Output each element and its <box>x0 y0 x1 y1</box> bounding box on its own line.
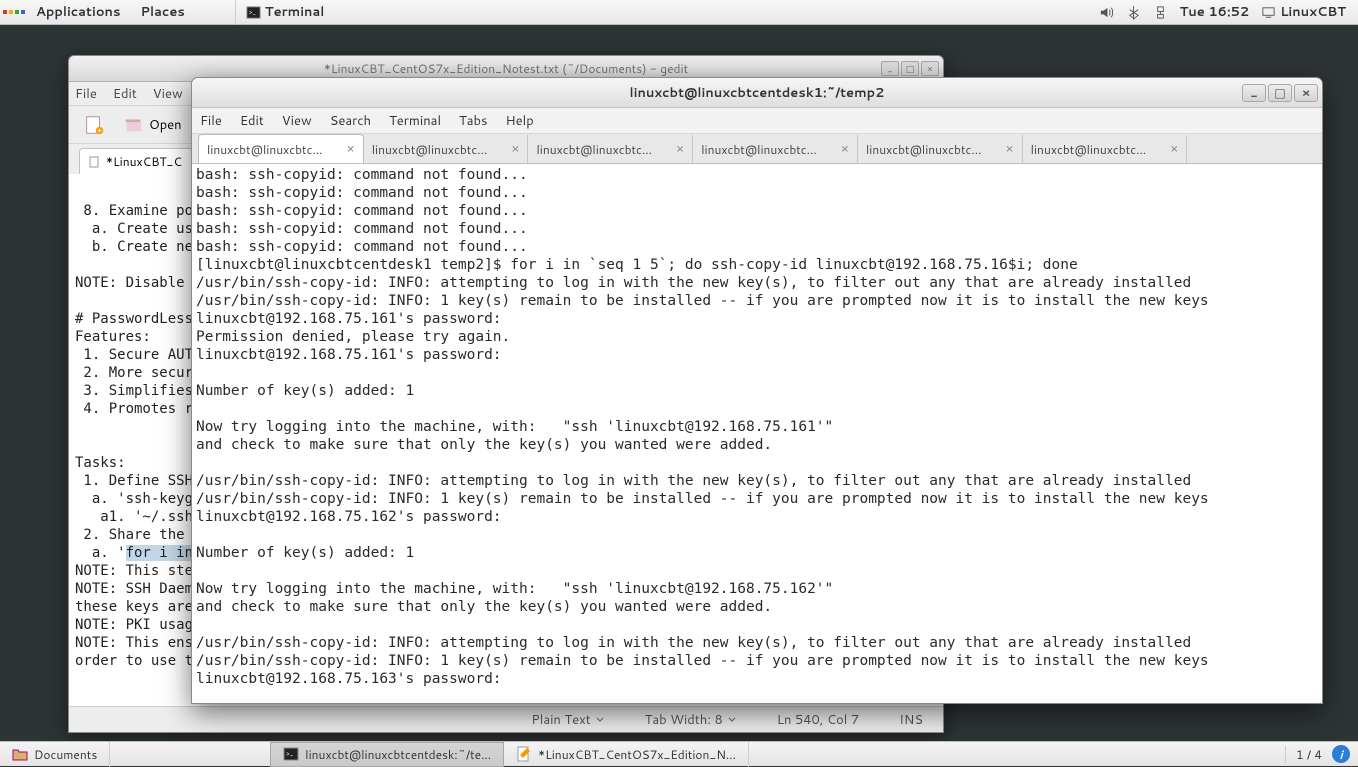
workspace-indicator[interactable]: 1 / 4 <box>1285 746 1322 763</box>
task-gedit[interactable]: *LinuxCBT_CentOS7x_Edition_N... <box>504 742 749 767</box>
terminal-tab-4[interactable]: linuxcbt@linuxcbtc... × <box>858 135 1023 163</box>
terminal-window: linuxcbt@linuxcbtcentdesk1:~/temp2 _ □ ×… <box>191 77 1323 704</box>
task-terminal[interactable]: >_ linuxcbt@linuxcbtcentdesk:~/te... <box>270 742 504 767</box>
close-button[interactable]: × <box>921 61 939 76</box>
terminal-tab-1[interactable]: linuxcbt@linuxcbtc... × <box>364 135 529 163</box>
terminal-icon: >_ <box>283 746 299 762</box>
open-icon <box>123 114 145 136</box>
close-tab-icon[interactable]: × <box>511 140 519 158</box>
maximize-button[interactable]: □ <box>1268 84 1292 102</box>
terminal-menu-view[interactable]: View <box>282 112 312 130</box>
terminal-tab-label: linuxcbt@linuxcbtc... <box>536 141 651 158</box>
folder-icon <box>12 746 28 762</box>
new-file-button[interactable] <box>77 111 111 139</box>
terminal-menu-help[interactable]: Help <box>505 112 533 130</box>
close-tab-icon[interactable]: × <box>346 140 354 158</box>
user-menu[interactable]: LinuxCBT <box>1261 3 1346 21</box>
terminal-tab-label: linuxcbt@linuxcbtc... <box>866 141 981 158</box>
terminal-icon: >_ <box>246 5 261 20</box>
gnome-foot-icon <box>6 4 22 20</box>
close-button[interactable]: × <box>1294 84 1318 102</box>
terminal-menu-tabs[interactable]: Tabs <box>459 112 487 130</box>
chevron-down-icon <box>595 715 605 725</box>
bottom-panel: Documents >_ linuxcbt@linuxcbtcentdesk:~… <box>0 741 1358 766</box>
text-editor-icon <box>516 746 532 762</box>
gedit-title: *LinuxCBT_CentOS7x_Edition_Notest.txt (~… <box>324 60 688 77</box>
gedit-menu-file[interactable]: File <box>75 85 97 103</box>
gedit-menu-view[interactable]: View <box>153 85 183 103</box>
terminal-menu-terminal[interactable]: Terminal <box>389 112 441 130</box>
network-icon[interactable] <box>1153 5 1168 20</box>
minimize-button[interactable]: _ <box>881 61 899 76</box>
terminal-tab-label: linuxcbt@linuxcbtc... <box>372 141 487 158</box>
terminal-tab-2[interactable]: linuxcbt@linuxcbtc... × <box>528 135 693 163</box>
gedit-statusbar: Plain Text Tab Width: 8 Ln 540, Col 7 IN… <box>69 706 943 732</box>
active-app-indicator[interactable]: >_ Terminal <box>235 0 335 25</box>
svg-text:>_: >_ <box>249 8 256 17</box>
terminal-tabs: linuxcbt@linuxcbtc...×linuxcbt@linuxcbtc… <box>192 134 1322 164</box>
line-col-indicator: Ln 540, Col 7 <box>777 711 859 729</box>
insert-mode-indicator: INS <box>899 711 923 729</box>
terminal-menu-search[interactable]: Search <box>330 112 371 130</box>
terminal-tab-label: linuxcbt@linuxcbtc... <box>701 141 816 158</box>
close-tab-icon[interactable]: × <box>676 140 684 158</box>
language-selector[interactable]: Plain Text <box>531 711 604 729</box>
tabwidth-selector[interactable]: Tab Width: 8 <box>645 711 737 729</box>
terminal-tab-0[interactable]: linuxcbt@linuxcbtc... × <box>198 134 364 163</box>
terminal-tab-5[interactable]: linuxcbt@linuxcbtc... × <box>1023 135 1188 163</box>
chevron-down-icon <box>727 715 737 725</box>
desktop: *LinuxCBT_CentOS7x_Edition_Notest.txt (~… <box>0 25 1358 741</box>
terminal-title: linuxcbt@linuxcbtcentdesk1:~/temp2 <box>630 84 885 102</box>
minimize-button[interactable]: _ <box>1242 84 1266 102</box>
clock[interactable]: Tue 16:52 <box>1180 3 1250 21</box>
terminal-titlebar[interactable]: linuxcbt@linuxcbtcentdesk1:~/temp2 _ □ × <box>192 78 1322 108</box>
maximize-button[interactable]: □ <box>901 61 919 76</box>
gedit-document-tab[interactable]: *LinuxCBT_C × <box>79 148 207 174</box>
top-panel: Applications Places >_ Terminal Tue 16:5… <box>0 0 1358 25</box>
svg-text:>_: >_ <box>286 749 294 759</box>
gedit-menu-edit[interactable]: Edit <box>113 85 137 103</box>
volume-icon[interactable] <box>1099 5 1114 20</box>
info-icon[interactable]: i <box>1332 745 1350 763</box>
terminal-output[interactable]: bash: ssh-copyid: command not found... b… <box>192 164 1322 703</box>
close-tab-icon[interactable]: × <box>841 140 849 158</box>
monitor-icon <box>1261 5 1276 20</box>
close-tab-icon[interactable]: × <box>1005 140 1013 158</box>
terminal-tab-label: linuxcbt@linuxcbtc... <box>207 141 322 158</box>
task-documents[interactable]: Documents <box>0 742 110 767</box>
terminal-menu-edit[interactable]: Edit <box>240 112 264 130</box>
terminal-tab-label: linuxcbt@linuxcbtc... <box>1031 141 1146 158</box>
new-file-icon <box>83 114 105 136</box>
terminal-menubar: File Edit View Search Terminal Tabs Help <box>192 108 1322 134</box>
close-tab-icon[interactable]: × <box>1170 140 1178 158</box>
terminal-tab-3[interactable]: linuxcbt@linuxcbtc... × <box>693 135 858 163</box>
bluetooth-icon[interactable] <box>1126 5 1141 20</box>
open-button[interactable]: Open <box>117 111 188 139</box>
places-menu[interactable]: Places <box>130 3 194 21</box>
applications-menu[interactable]: Applications <box>26 3 130 21</box>
terminal-menu-file[interactable]: File <box>200 112 222 130</box>
document-icon <box>88 156 100 168</box>
